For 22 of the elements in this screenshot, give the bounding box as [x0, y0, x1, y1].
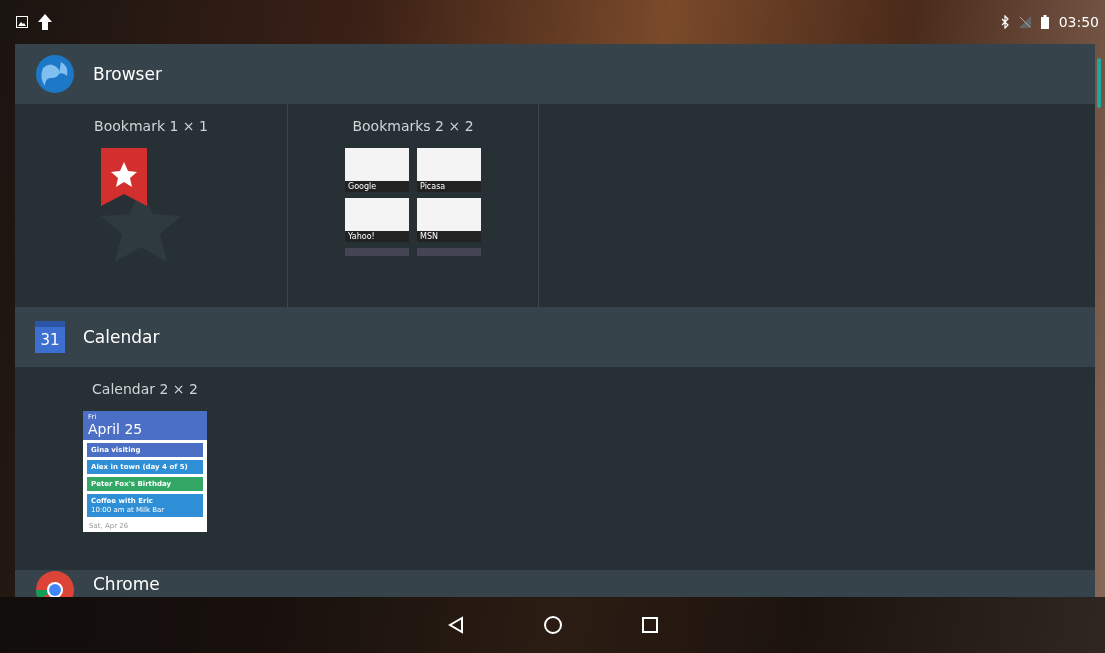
widget-label: Bookmarks 2 × 2	[352, 118, 474, 134]
bluetooth-icon	[1000, 15, 1009, 29]
scrollbar[interactable]	[1097, 58, 1101, 108]
clock: 03:50	[1058, 14, 1099, 30]
app-name: Browser	[93, 64, 162, 84]
app-name: Chrome	[93, 573, 160, 594]
globe-icon	[35, 54, 75, 94]
bookmark-title: Yahoo!	[345, 231, 409, 242]
battery-icon	[1040, 15, 1049, 29]
image-icon	[16, 16, 28, 28]
bookmark-title: Picasa	[417, 181, 481, 192]
no-signal-icon	[1018, 16, 1031, 28]
calendar-icon: 31	[35, 321, 65, 353]
bookmark-title: MSN	[417, 231, 481, 242]
bookmark-thumbnail	[345, 248, 409, 256]
date: April 25	[88, 421, 144, 437]
widget-label: Bookmark 1 × 1	[94, 118, 208, 134]
bookmark-title: Google	[345, 181, 409, 192]
upload-icon	[38, 14, 52, 30]
app-name: Calendar	[83, 327, 160, 347]
widget-label: Calendar 2 × 2	[92, 381, 198, 397]
bookmark-thumbnail	[417, 248, 481, 256]
